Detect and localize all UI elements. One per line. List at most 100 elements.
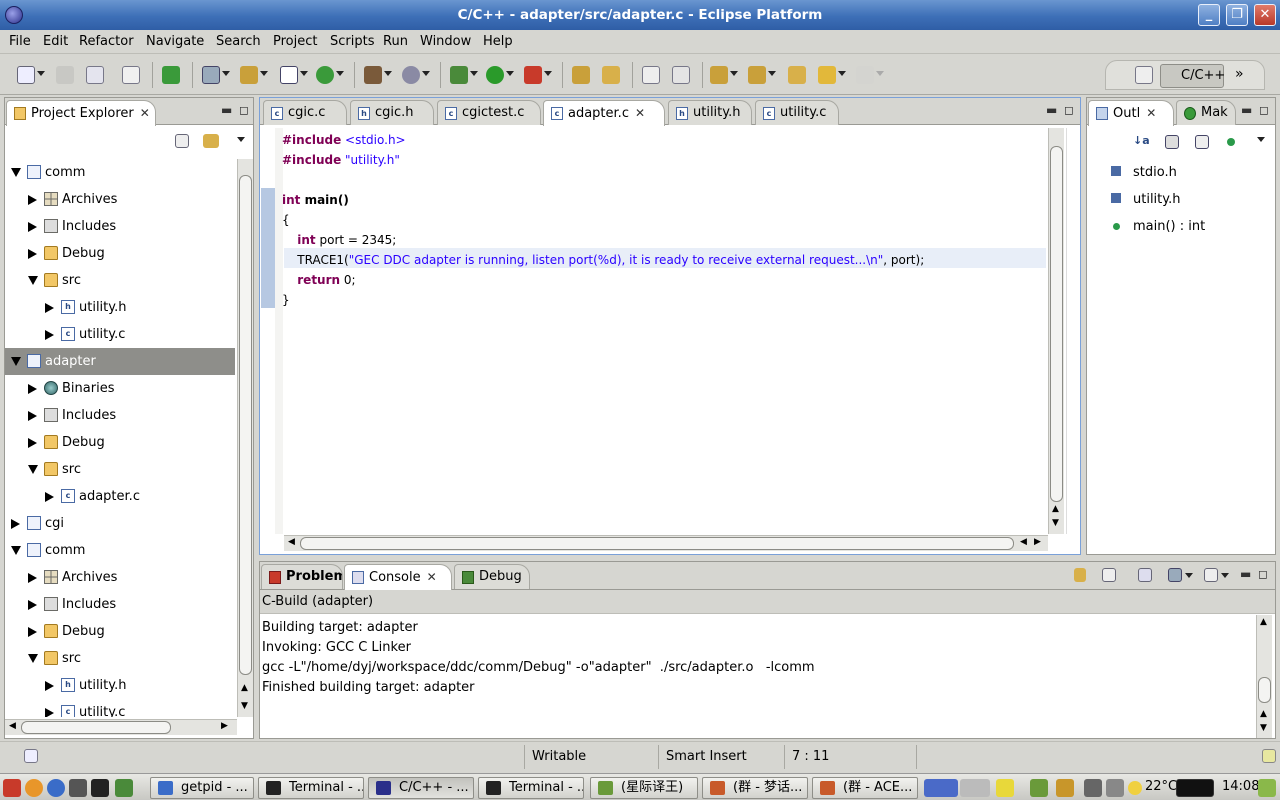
external-tools-icon[interactable] — [524, 66, 542, 84]
maximize-view-icon[interactable]: ◻ — [1258, 568, 1268, 580]
new-project-icon[interactable] — [202, 66, 220, 84]
chevron-down-icon[interactable] — [300, 71, 308, 76]
outline-item-utility[interactable]: utility.h — [1087, 186, 1275, 213]
pin-console-icon[interactable] — [1138, 568, 1152, 582]
tab-adapter-c[interactable]: c adapter.c ✕ — [543, 100, 665, 126]
view-menu-icon[interactable] — [1257, 137, 1265, 142]
menu-project[interactable]: Project — [273, 34, 317, 49]
tree-item-utility-c[interactable]: c utility.c — [5, 699, 235, 717]
new-icon[interactable] — [17, 66, 35, 84]
explorer-horizontal-scrollbar[interactable]: ◀ ▶ — [5, 719, 237, 735]
tree-item-debug[interactable]: Debug — [5, 240, 235, 267]
expanded-triangle-icon[interactable] — [11, 546, 21, 555]
hide-nonpublic-icon[interactable] — [1227, 138, 1235, 146]
maximize-button[interactable]: ❐ — [1226, 4, 1248, 26]
link-editor-icon[interactable] — [203, 134, 219, 148]
open-console-icon[interactable] — [1204, 568, 1218, 582]
collapsed-triangle-icon[interactable] — [28, 384, 37, 394]
tab-problems[interactable]: Problems — [261, 564, 343, 589]
menu-scripts[interactable]: Scripts — [330, 34, 374, 49]
menu-file[interactable]: File — [9, 34, 31, 49]
build-all-icon[interactable] — [122, 66, 140, 84]
scroll-down-icon[interactable]: ▼ — [1260, 723, 1267, 733]
open-perspective-icon[interactable] — [1135, 66, 1153, 84]
collapsed-triangle-icon[interactable] — [28, 222, 37, 232]
last-edit-icon[interactable] — [788, 66, 806, 84]
taskbar-button[interactable]: (群 - ACE... — [812, 777, 918, 799]
messenger-icon[interactable] — [1056, 779, 1074, 797]
perspective-cpp-button[interactable]: C/C++ — [1160, 64, 1225, 88]
tree-item-binaries[interactable]: Binaries — [5, 375, 235, 402]
taskbar-button[interactable]: C/C++ - ... — [368, 777, 474, 799]
outline-item-stdio[interactable]: stdio.h — [1087, 159, 1275, 186]
minimize-view-icon[interactable]: ▬ — [1240, 568, 1251, 580]
collapsed-triangle-icon[interactable] — [28, 411, 37, 421]
clock[interactable]: 14:08 — [1222, 779, 1259, 794]
close-icon[interactable]: ✕ — [427, 570, 437, 584]
tab-cgic-c[interactable]: c cgic.c — [263, 100, 347, 125]
menu-refactor[interactable]: Refactor — [79, 34, 134, 49]
workspace-switcher-icon[interactable] — [924, 779, 958, 797]
save-icon[interactable] — [56, 66, 74, 84]
taskbar-button[interactable]: Terminal - ... — [478, 777, 584, 799]
scroll-lock-icon[interactable] — [1074, 568, 1086, 582]
clear-console-icon[interactable] — [1102, 568, 1116, 582]
tree-item-utility-h[interactable]: h utility.h — [5, 672, 235, 699]
collapsed-triangle-icon[interactable] — [11, 519, 20, 529]
hammer-icon[interactable] — [364, 66, 382, 84]
dictionary-icon[interactable] — [1030, 779, 1048, 797]
new-class-icon[interactable] — [316, 66, 334, 84]
tab-make-targets[interactable]: Mak — [1176, 100, 1236, 125]
workspace-switcher-icon[interactable] — [960, 779, 990, 797]
console-output[interactable]: Building target: adapter Invoking: GCC C… — [262, 618, 1252, 698]
minimize-button[interactable]: _ — [1198, 4, 1220, 26]
tree-item-src[interactable]: src — [5, 456, 235, 483]
console-vertical-scrollbar[interactable]: ▲ ▲ ▼ — [1256, 615, 1272, 738]
taskbar-button[interactable]: getpid - ... — [150, 777, 254, 799]
collapsed-triangle-icon[interactable] — [45, 303, 54, 313]
scroll-up-icon[interactable]: ▲ — [1260, 709, 1267, 719]
tree-item-src[interactable]: src — [5, 267, 235, 294]
scroll-left-icon[interactable]: ◀ — [9, 721, 16, 731]
outline-item-main[interactable]: main() : int — [1087, 213, 1275, 240]
menu-navigate[interactable]: Navigate — [146, 34, 204, 49]
tree-item-includes[interactable]: Includes — [5, 213, 235, 240]
tray-app-icon[interactable] — [1258, 779, 1276, 797]
minimize-view-icon[interactable]: ▬ — [221, 104, 232, 116]
notes-icon[interactable] — [996, 779, 1014, 797]
tree-item-adapter-c[interactable]: c adapter.c — [5, 483, 235, 510]
editor-horizontal-scrollbar[interactable]: ◀ ◀ ▶ — [284, 535, 1048, 551]
new-folder-icon[interactable] — [240, 66, 258, 84]
minimize-view-icon[interactable]: ▬ — [1046, 104, 1057, 116]
back-icon[interactable] — [818, 66, 836, 84]
expanded-triangle-icon[interactable] — [11, 357, 21, 366]
open-type-icon[interactable] — [572, 66, 590, 84]
menu-run[interactable]: Run — [383, 34, 408, 49]
fast-view-icon[interactable] — [24, 749, 38, 763]
plugin-icon[interactable] — [162, 66, 180, 84]
new-source-icon[interactable] — [280, 66, 298, 84]
taskbar-button[interactable]: Terminal - ... — [258, 777, 364, 799]
chevron-down-icon[interactable] — [384, 71, 392, 76]
menu-window[interactable]: Window — [420, 34, 471, 49]
scrollbar-thumb[interactable] — [1258, 677, 1271, 703]
perspective-more-button[interactable]: » — [1235, 66, 1244, 82]
menu-help[interactable]: Help — [483, 34, 513, 49]
collapse-all-icon[interactable] — [175, 134, 189, 148]
tree-item-debug[interactable]: Debug — [5, 618, 235, 645]
scroll-up-icon[interactable]: ▲ — [1052, 504, 1059, 514]
scroll-down-icon[interactable]: ▼ — [1052, 518, 1059, 528]
chevron-down-icon[interactable] — [838, 71, 846, 76]
browser-icon[interactable] — [47, 779, 65, 797]
camera-icon[interactable] — [69, 779, 87, 797]
app-launcher-icon[interactable] — [115, 779, 133, 797]
debug-icon[interactable] — [450, 66, 468, 84]
collapsed-triangle-icon[interactable] — [28, 600, 37, 610]
maximize-view-icon[interactable]: ◻ — [239, 104, 249, 116]
collapsed-triangle-icon[interactable] — [28, 627, 37, 637]
tab-project-explorer[interactable]: Project Explorer ✕ — [6, 100, 156, 126]
tab-utility-h[interactable]: h utility.h — [668, 100, 752, 125]
tree-item-cgi[interactable]: cgi — [5, 510, 235, 537]
display-icon[interactable] — [1106, 779, 1124, 797]
view-menu-icon[interactable] — [237, 137, 245, 142]
